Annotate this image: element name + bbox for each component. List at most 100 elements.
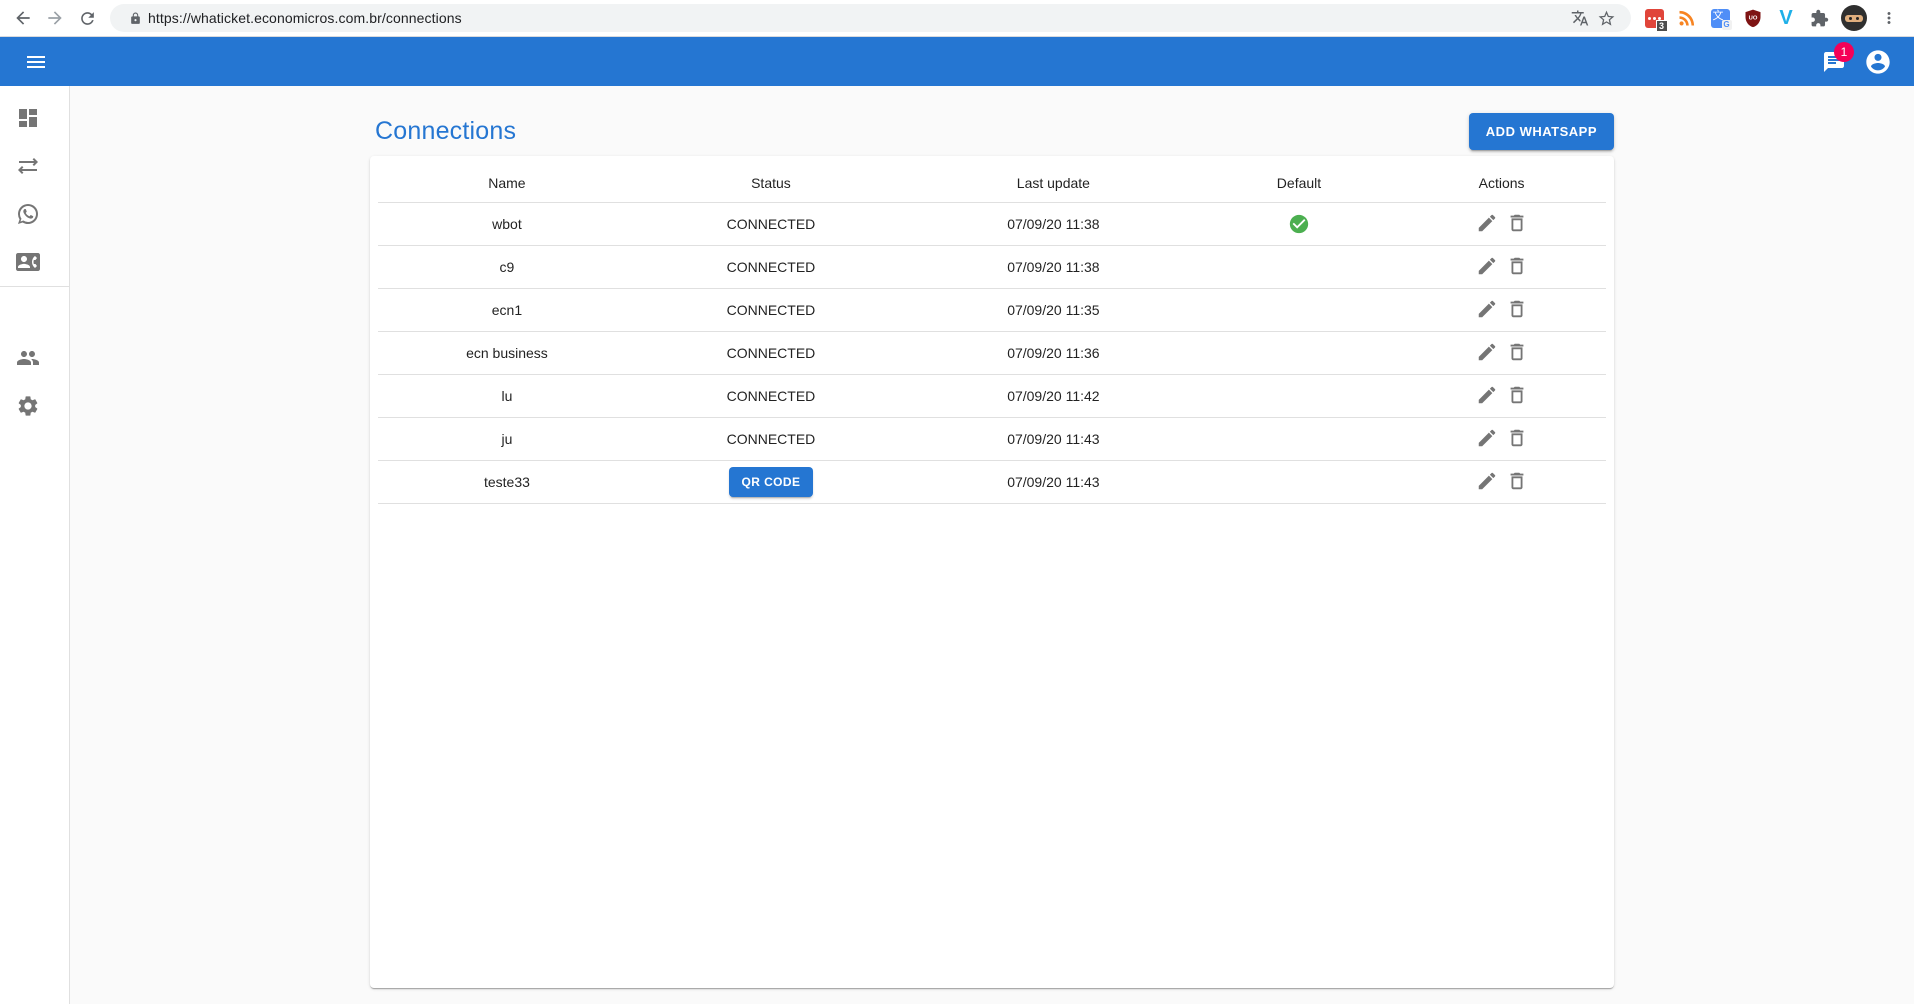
delete-connection-button[interactable] [1504,468,1530,494]
sidebar-item-connections[interactable] [0,142,69,190]
extension-translate-button[interactable]: 文 G [1709,7,1731,29]
table-row: ju CONNECTED 07/09/20 11:43 [378,417,1606,460]
connections-table: NameStatusLast updateDefaultActions wbot… [378,164,1606,504]
delete-trash-icon [1506,212,1528,234]
connection-default [1201,288,1397,331]
delete-connection-button[interactable] [1504,339,1530,365]
extension-ublock-button[interactable]: UO [1742,7,1764,29]
connection-actions [1397,417,1606,460]
edit-connection-button[interactable] [1474,425,1500,451]
edit-pencil-icon [1476,341,1498,363]
delete-connection-button[interactable] [1504,296,1530,322]
address-bar[interactable]: https://whaticket.economicros.com.br/con… [110,4,1631,32]
star-outline-icon [1597,9,1616,28]
browser-reload-button[interactable] [72,3,102,33]
connection-name: c9 [378,245,636,288]
connection-last-update: 07/09/20 11:42 [906,374,1201,417]
column-header-last-update: Last update [906,164,1201,202]
video-downloader-icon: V [1779,8,1792,28]
browser-toolbar: https://whaticket.economicros.com.br/con… [0,0,1914,37]
delete-connection-button[interactable] [1504,382,1530,408]
edit-connection-button[interactable] [1474,296,1500,322]
connection-name: teste33 [378,460,636,503]
connection-status: CONNECTED [636,374,906,417]
sync-alt-icon [16,154,40,178]
lock-icon [122,5,148,31]
connection-name: ju [378,417,636,460]
connection-last-update: 07/09/20 11:38 [906,202,1201,245]
connection-default [1201,417,1397,460]
sidebar-item-dashboard[interactable] [0,94,69,142]
contact-phone-icon [16,250,40,274]
whatsapp-icon [16,202,40,226]
connection-default [1201,331,1397,374]
edit-pencil-icon [1476,427,1498,449]
column-header-name: Name [378,164,636,202]
extension-count-badge: 3 [1656,20,1668,32]
column-header-actions: Actions [1397,164,1606,202]
translate-page-button[interactable] [1567,5,1593,31]
browser-menu-button[interactable] [1878,7,1900,29]
sidebar-item-settings[interactable] [0,382,69,430]
edit-connection-button[interactable] [1474,468,1500,494]
connection-status: CONNECTED [636,331,906,374]
menu-button[interactable] [14,40,58,84]
app-header: 1 [0,37,1914,86]
edit-connection-button[interactable] [1474,210,1500,236]
delete-trash-icon [1506,255,1528,277]
back-arrow-icon [13,8,33,28]
connection-name: lu [378,374,636,417]
edit-connection-button[interactable] [1474,339,1500,365]
qr-code-button[interactable]: QR CODE [729,467,814,497]
table-row: ecn business CONNECTED 07/09/20 11:36 [378,331,1606,374]
connection-actions [1397,288,1606,331]
delete-trash-icon [1506,470,1528,492]
delete-trash-icon [1506,341,1528,363]
delete-connection-button[interactable] [1504,210,1530,236]
extension-red-button[interactable]: 3 [1643,7,1665,29]
page-header: Connections ADD WHATSAPP [370,86,1614,156]
sidebar-item-tickets[interactable] [0,190,69,238]
bookmark-star-button[interactable] [1593,5,1619,31]
people-icon [16,346,40,370]
connection-default [1201,202,1397,245]
delete-connection-button[interactable] [1504,425,1530,451]
add-whatsapp-button[interactable]: ADD WHATSAPP [1469,113,1614,150]
extension-video-button[interactable]: V [1775,7,1797,29]
sidebar-item-users[interactable] [0,334,69,382]
table-row: c9 CONNECTED 07/09/20 11:38 [378,245,1606,288]
table-header-row: NameStatusLast updateDefaultActions [378,164,1606,202]
url-text[interactable]: https://whaticket.economicros.com.br/con… [148,10,1567,26]
connections-card: NameStatusLast updateDefaultActions wbot… [370,156,1614,988]
browser-forward-button[interactable] [40,3,70,33]
connection-name: wbot [378,202,636,245]
connection-name: ecn business [378,331,636,374]
account-circle-icon [1864,48,1892,76]
sidebar-item-contacts[interactable] [0,238,69,286]
translate-page-icon [1571,9,1589,27]
profile-button[interactable] [1856,40,1900,84]
column-header-status: Status [636,164,906,202]
translate-extension-icon: 文 G [1711,9,1730,28]
browser-back-button[interactable] [8,3,38,33]
delete-trash-icon [1506,384,1528,406]
connection-name: ecn1 [378,288,636,331]
edit-pencil-icon [1476,212,1498,234]
edit-connection-button[interactable] [1474,382,1500,408]
delete-connection-button[interactable] [1504,253,1530,279]
connection-default [1201,374,1397,417]
forward-arrow-icon [45,8,65,28]
connection-actions [1397,374,1606,417]
connection-actions [1397,202,1606,245]
connection-status: CONNECTED [636,417,906,460]
extension-rss-button[interactable] [1676,7,1698,29]
edit-connection-button[interactable] [1474,253,1500,279]
notifications-button[interactable]: 1 [1812,40,1856,84]
edit-pencil-icon [1476,298,1498,320]
delete-trash-icon [1506,427,1528,449]
delete-trash-icon [1506,298,1528,320]
extensions-puzzle-button[interactable] [1808,7,1830,29]
edit-pencil-icon [1476,470,1498,492]
settings-icon [16,394,40,418]
browser-profile-avatar[interactable] [1841,5,1867,31]
